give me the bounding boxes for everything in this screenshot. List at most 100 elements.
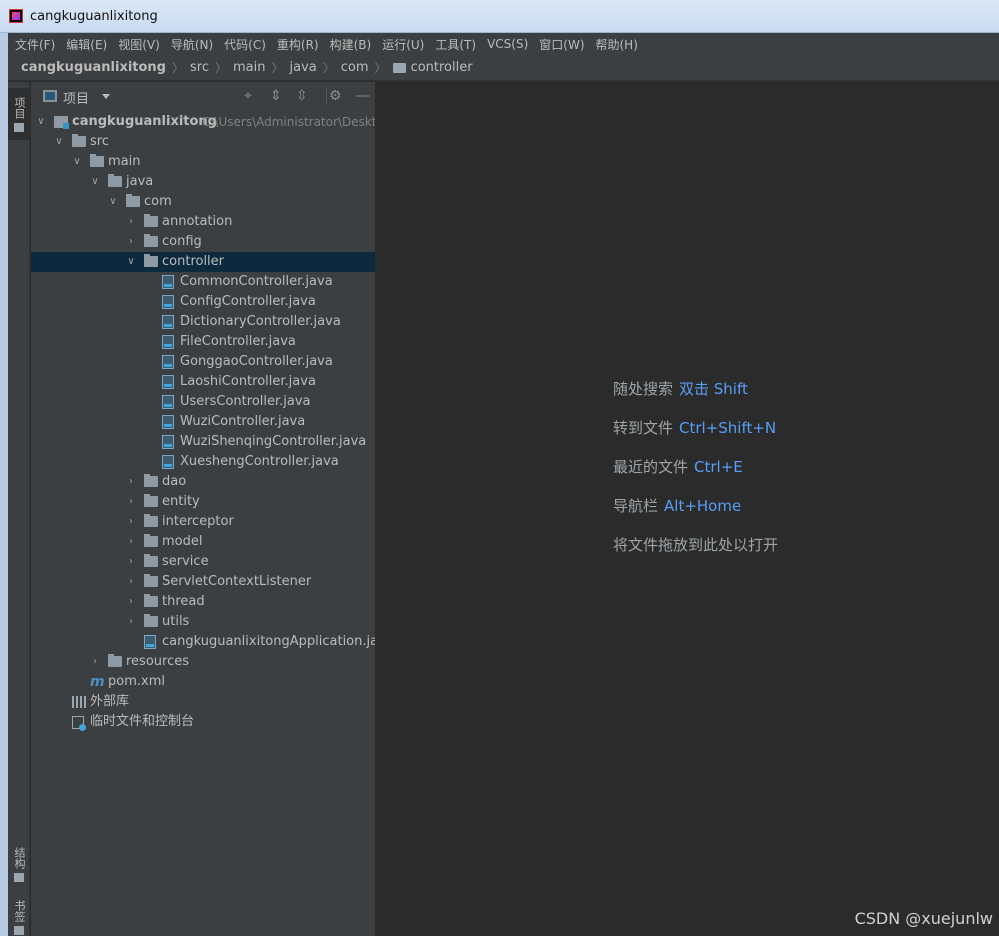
watermark: CSDN @xuejunlw [854,909,993,928]
tree-node-item[interactable]: › config [31,232,375,252]
folder-icon [392,62,406,73]
menu-edit[interactable]: 编辑(E) [66,36,107,53]
menu-navigate[interactable]: 导航(N) [171,36,213,53]
breadcrumb-main[interactable]: main [233,60,265,75]
chevron-right-icon[interactable]: › [90,652,100,672]
minimize-icon[interactable]: — [356,88,370,104]
tree-item-label: FileController.java [180,334,296,349]
tool-tab-structure[interactable]: 结构 [8,842,30,886]
library-icon [72,696,86,708]
chevron-down-icon[interactable]: ∨ [126,252,136,272]
menu-code[interactable]: 代码(C) [224,36,266,53]
tree-item-label: interceptor [162,514,234,529]
editor-empty-area[interactable]: 随处搜索 双击 Shift 转到文件 Ctrl+Shift+N 最近的文件 Ctrl+… [377,82,999,936]
menu-build[interactable]: 构建(B) [330,36,372,53]
tree-node-item[interactable]: m pom.xml [31,672,375,692]
tree-node-item[interactable]: ∨ com [31,192,375,212]
chevron-right-icon[interactable]: › [126,592,136,612]
menu-tools[interactable]: 工具(T) [435,36,476,53]
java-class-icon [162,375,174,389]
tree-node-item[interactable]: › service [31,552,375,572]
hint-shortcut[interactable]: Ctrl+E [694,458,743,476]
tree-file-item[interactable]: WuziController.java [31,412,375,432]
tree-node-item[interactable]: ∨ java [31,172,375,192]
hint-text: 将文件拖放到此处以打开 [613,536,779,554]
tree-node-item[interactable]: ∨ src [31,132,375,152]
tree-node-item[interactable]: ∨ main [31,152,375,172]
tree-node-item[interactable]: › resources [31,652,375,672]
menu-file[interactable]: 文件(F) [15,36,55,53]
tree-node-item[interactable]: › utils [31,612,375,632]
tree-item-label: pom.xml [108,674,165,689]
tree-node-item[interactable]: › interceptor [31,512,375,532]
folder-icon [144,474,158,487]
menu-help[interactable]: 帮助(H) [596,36,638,53]
window-frame-border [0,33,8,936]
chevron-right-icon[interactable]: › [126,552,136,572]
tree-file-item[interactable]: DictionaryController.java [31,312,375,332]
tree-file-item[interactable]: CommonController.java [31,272,375,292]
chevron-down-icon[interactable] [102,94,110,99]
menu-view[interactable]: 视图(V) [118,36,160,53]
expand-all-icon[interactable]: ⇕ [270,88,282,104]
breadcrumb-java[interactable]: java [290,60,317,75]
locate-icon[interactable]: ⌖ [244,88,252,104]
hint-shortcut[interactable]: Alt+Home [664,497,741,515]
tree-file-item[interactable]: XueshengController.java [31,452,375,472]
chevron-right-icon[interactable]: › [126,232,136,252]
tree-file-item[interactable]: ConfigController.java [31,292,375,312]
chevron-down-icon[interactable]: ∨ [108,192,118,212]
project-view-label[interactable]: 项目 [63,88,89,107]
tree-node-item[interactable]: › dao [31,472,375,492]
tree-file-item[interactable]: FileController.java [31,332,375,352]
chevron-right-icon[interactable]: › [126,572,136,592]
chevron-right-icon[interactable]: › [126,492,136,512]
chevron-right-icon[interactable]: › [126,472,136,492]
tree-file-item[interactable]: WuziShenqingController.java [31,432,375,452]
menu-window[interactable]: 窗口(W) [539,36,584,53]
breadcrumb-project[interactable]: cangkuguanlixitong [21,60,166,75]
chevron-right-icon[interactable]: › [126,512,136,532]
tree-item-label: utils [162,614,190,629]
java-class-icon [162,455,174,469]
chevron-down-icon[interactable]: ∨ [36,112,46,132]
tree-item-label: 外部库 [90,694,130,709]
tree-node-item[interactable]: ∨ controller [31,252,375,272]
tree-node-item[interactable]: › thread [31,592,375,612]
window-titlebar[interactable]: cangkuguanlixitong [0,0,999,33]
tree-node-item[interactable]: 临时文件和控制台 [31,712,375,732]
menu-refactor[interactable]: 重构(R) [277,36,319,53]
menu-vcs[interactable]: VCS(S) [487,37,528,51]
breadcrumb-src[interactable]: src [190,60,209,75]
tree-node-item[interactable]: › entity [31,492,375,512]
tree-item-label: src [90,134,109,149]
menu-run[interactable]: 运行(U) [382,36,424,53]
tool-tab-bookmarks[interactable]: 书签 [8,898,30,936]
tree-file-item[interactable]: LaoshiController.java [31,372,375,392]
tree-file-item[interactable]: cangkuguanlixitongApplication.java [31,632,375,652]
folder-icon [108,174,122,187]
breadcrumb-com[interactable]: com [341,60,369,75]
tree-node-item[interactable]: 外部库 [31,692,375,712]
tree-node-item[interactable]: ∨ cangkuguanlixitong C:\Users\Administrato… [31,112,375,132]
collapse-all-icon[interactable]: ⇳ [296,88,308,104]
tree-node-item[interactable]: › model [31,532,375,552]
chevron-down-icon[interactable]: ∨ [72,152,82,172]
tree-item-label: CommonController.java [180,274,333,289]
tree-file-item[interactable]: UsersController.java [31,392,375,412]
gear-icon[interactable]: ⚙ [329,88,342,104]
tree-file-item[interactable]: GonggaoController.java [31,352,375,372]
tree-item-label: GonggaoController.java [180,354,333,369]
chevron-down-icon[interactable]: ∨ [54,132,64,152]
tree-node-item[interactable]: › annotation [31,212,375,232]
hint-shortcut[interactable]: 双击 Shift [679,380,748,398]
hint-shortcut[interactable]: Ctrl+Shift+N [679,419,776,437]
chevron-down-icon[interactable]: ∨ [90,172,100,192]
chevron-right-icon[interactable]: › [126,612,136,632]
breadcrumb-controller[interactable]: controller [411,60,473,75]
folder-icon [144,574,158,587]
tool-tab-project[interactable]: 项目 [8,88,30,140]
chevron-right-icon[interactable]: › [126,212,136,232]
chevron-right-icon[interactable]: › [126,532,136,552]
tree-node-item[interactable]: › ServletContextListener [31,572,375,592]
